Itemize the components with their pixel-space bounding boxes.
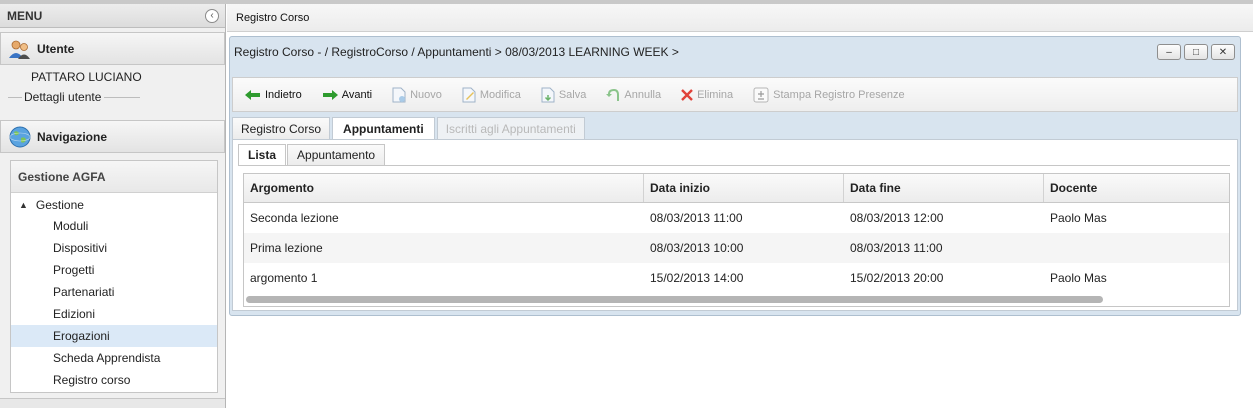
user-details-group[interactable]: Dettagli utente [0,90,225,104]
plus-minus-icon [753,87,769,102]
navigation-section-title: Navigazione [37,129,108,144]
user-info: PATTARO LUCIANO Dettagli utente [0,65,225,112]
tree-item-moduli[interactable]: Moduli [11,215,217,237]
registro-window: Registro Corso - / RegistroCorso / Appun… [229,36,1241,316]
cell-data-inizio: 08/03/2013 10:00 [650,241,744,255]
tree-item-registro-corso[interactable]: Registro corso [11,369,217,391]
horizontal-scrollbar[interactable] [246,296,1103,303]
tree-item-scheda-apprendista[interactable]: Scheda Apprendista [11,347,217,369]
arrow-left-icon [245,89,260,100]
tab-lista[interactable]: Lista [238,144,287,165]
cell-docente: Paolo Mas [1050,211,1107,225]
cell-data-fine: 08/03/2013 11:00 [850,241,943,255]
print-attendance-button[interactable]: Stampa Registro Presenze [753,87,905,103]
user-name: PATTARO LUCIANO [31,70,142,84]
tree-root-label: Gestione [35,198,84,212]
expand-triangle-icon[interactable]: ▲ [19,200,28,210]
new-button[interactable]: Nuovo [392,87,442,103]
user-section-title: Utente [37,41,75,56]
tree-item-partenariati[interactable]: Partenariati [11,281,217,303]
cell-data-fine: 08/03/2013 12:00 [850,211,944,225]
tree-item-progetti[interactable]: Progetti [11,259,217,281]
cell-argomento: Prima lezione [250,241,323,255]
app: MENU ‹ Utente PATTARO LUCIANO Dettagli u… [0,0,1253,408]
cell-data-inizio: 15/02/2013 14:00 [650,271,744,285]
window-title: Registro Corso - / RegistroCorso / Appun… [234,45,679,59]
main-area: Registro Corso Registro Corso - / Regist… [227,4,1253,408]
table-row[interactable]: Seconda lezione 08/03/2013 11:00 08/03/2… [244,203,1229,233]
close-button[interactable]: ✕ [1211,44,1235,60]
menu-title: MENU [7,8,43,23]
user-details-label[interactable]: Dettagli utente [24,90,101,104]
cell-data-inizio: 08/03/2013 11:00 [650,211,743,225]
navigation-section: Navigazione [0,120,225,153]
tree-item-dispositivi[interactable]: Dispositivi [11,237,217,259]
sub-tabs: Lista Appuntamento [238,144,386,165]
navigation-section-header[interactable]: Navigazione [0,120,225,153]
tree-item-edizioni[interactable]: Edizioni [11,303,217,325]
column-header-data-inizio[interactable]: Data inizio [644,174,844,202]
tab-appuntamenti[interactable]: Appuntamenti [332,117,435,139]
toolbar: Indietro Avanti Nuovo Modifica Salva Ann… [232,77,1238,112]
user-section: Utente PATTARO LUCIANO Dettagli utente [0,32,225,112]
column-header-argomento[interactable]: Argomento [244,174,644,202]
main-tab-strip: Registro Corso [227,4,1253,32]
forward-button[interactable]: Avanti [322,89,372,101]
window-controls: – □ ✕ [1157,44,1235,60]
column-header-data-fine[interactable]: Data fine [844,174,1044,202]
appointments-grid: Argomento Data inizio Data fine Docente … [243,173,1230,307]
back-button[interactable]: Indietro [245,89,302,101]
save-button[interactable]: Salva [541,87,586,103]
cell-docente [1044,233,1229,263]
edit-document-icon [462,87,476,102]
cell-data-fine: 15/02/2013 20:00 [850,271,944,285]
tab-appuntamento[interactable]: Appuntamento [287,144,386,165]
main-tab-registro-corso[interactable]: Registro Corso [236,12,309,24]
cell-argomento: Seconda lezione [250,211,339,225]
appuntamenti-panel: Lista Appuntamento Argomento Data inizio… [232,139,1238,311]
arrow-right-icon [322,89,338,100]
navigation-panel-title[interactable]: Gestione AGFA [11,161,217,193]
grid-header: Argomento Data inizio Data fine Docente [244,174,1229,203]
delete-button[interactable]: Elimina [681,89,733,101]
edit-button[interactable]: Modifica [462,87,521,103]
globe-icon [9,126,31,147]
column-header-docente[interactable]: Docente [1044,174,1229,202]
undo-icon [606,88,620,101]
collapse-menu-button[interactable]: ‹ [205,8,219,23]
window-title-bar[interactable]: Registro Corso - / RegistroCorso / Appun… [230,37,1240,67]
delete-x-icon [681,88,693,101]
new-document-icon [392,87,406,102]
left-menu: MENU ‹ Utente PATTARO LUCIANO Dettagli u… [0,4,226,408]
menu-footer [0,398,225,408]
tree-item-erogazioni[interactable]: Erogazioni [11,325,217,347]
cell-argomento: argomento 1 [250,271,318,285]
tree-root-gestione[interactable]: ▲ Gestione [11,195,217,215]
menu-header: MENU ‹ [0,4,225,28]
cancel-button[interactable]: Annulla [606,88,661,102]
navigation-panel: Gestione AGFA ▲ Gestione Moduli Disposit… [10,160,218,393]
save-icon [541,87,555,102]
table-row[interactable]: Prima lezione 08/03/2013 10:00 08/03/201… [244,233,1229,263]
table-row[interactable]: argomento 1 15/02/2013 14:00 15/02/2013 … [244,263,1229,293]
user-section-header[interactable]: Utente [0,32,225,65]
cell-docente: Paolo Mas [1050,271,1107,285]
main-tabs: Registro Corso Appuntamenti Iscritti agl… [232,117,587,139]
tab-iscritti-appuntamenti[interactable]: Iscritti agli Appuntamenti [436,117,585,139]
tab-registro-corso[interactable]: Registro Corso [232,117,331,139]
users-icon [9,40,30,59]
maximize-button[interactable]: □ [1184,44,1208,60]
minimize-button[interactable]: – [1157,44,1181,60]
